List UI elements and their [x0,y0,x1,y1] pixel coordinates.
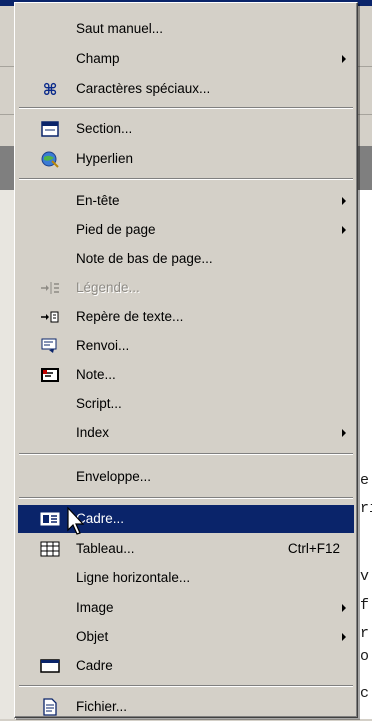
menu-item-ligne-horizontale[interactable]: Ligne horizontale... [18,564,354,592]
menu-item-hyperlien[interactable]: Hyperlien [18,145,354,173]
mouse-pointer-icon [67,506,85,535]
submenu-arrow-icon [342,197,346,205]
menu-item-en-tete[interactable]: En-tête [18,187,354,215]
bookmark-icon [40,308,60,326]
doc-text-fragment: o [360,648,370,665]
menu-item-enveloppe[interactable]: Enveloppe... [18,463,354,491]
menu-item-label: Hyperlien [76,151,134,166]
cross-reference-icon [40,337,60,355]
menu-item-label: Fichier... [76,699,128,714]
vertical-ruler [0,190,15,719]
insert-menu: Saut manuel... Champ ⌘ Caractères spécia… [14,2,358,718]
menu-item-label: Repère de texte... [76,309,184,324]
submenu-arrow-icon [342,604,346,612]
menu-separator [19,497,353,499]
menu-item-label: Tableau... [76,541,135,556]
menu-item-label: Section... [76,121,133,136]
submenu-arrow-icon [342,226,346,234]
menu-item-label: Objet [76,629,109,644]
menu-item-label: Légende... [76,280,140,295]
menu-item-legende[interactable]: Légende... [18,274,354,302]
menu-item-label: Renvoi... [76,338,130,353]
menu-item-label: Script... [76,396,122,411]
doc-text-fragment: r [360,625,370,642]
menu-item-shortcut: Ctrl+F12 [287,541,340,556]
svg-text:⌘: ⌘ [43,80,58,98]
menu-item-script[interactable]: Script... [18,390,354,418]
doc-text-fragment: f [360,597,370,614]
menu-item-section[interactable]: Section... [18,115,354,143]
menu-item-fichier[interactable]: Fichier... [18,693,354,721]
menu-item-index[interactable]: Index [18,419,354,447]
doc-text-fragment: e [360,472,370,489]
menu-item-label: Saut manuel... [76,21,164,36]
submenu-arrow-icon [342,633,346,641]
menu-item-label: Index [76,425,110,440]
menu-item-label: Enveloppe... [76,469,152,484]
floating-frame-icon [40,657,60,675]
file-icon [40,698,60,716]
menu-item-caracteres-speciaux[interactable]: ⌘ Caractères spéciaux... [18,75,354,103]
menu-item-pied-de-page[interactable]: Pied de page [18,216,354,244]
note-icon [40,366,60,384]
menu-item-label: Caractères spéciaux... [76,81,211,96]
menu-item-label: Note de bas de page... [76,251,213,266]
submenu-arrow-icon [342,429,346,437]
doc-text-fragment: v [360,568,370,585]
menu-item-label: Ligne horizontale... [76,570,191,585]
menu-item-objet[interactable]: Objet [18,623,354,651]
menu-separator [19,453,353,455]
submenu-arrow-icon [342,55,346,63]
menu-item-image[interactable]: Image [18,594,354,622]
menu-item-note-de-bas-de-page[interactable]: Note de bas de page... [18,245,354,273]
special-chars-icon: ⌘ [40,80,60,98]
menu-item-saut-manuel[interactable]: Saut manuel... [18,15,354,43]
hyperlink-icon [40,150,60,168]
table-icon [40,540,60,558]
menu-item-label: Image [76,600,114,615]
menu-separator [19,178,353,180]
frame-icon [40,510,60,528]
menu-item-label: Note... [76,367,116,382]
menu-item-renvoi[interactable]: Renvoi... [18,332,354,360]
menu-item-note[interactable]: Note... [18,361,354,389]
menu-separator [19,107,353,109]
doc-text-fragment: ri [360,500,372,517]
caption-icon [40,279,60,297]
menu-item-label: Cadre [76,658,113,673]
menu-item-tableau[interactable]: Tableau... Ctrl+F12 [18,535,354,563]
menu-item-repere-de-texte[interactable]: Repère de texte... [18,303,354,331]
menu-item-label: Pied de page [76,222,156,237]
menu-item-cadre-floating[interactable]: Cadre [18,652,354,680]
menu-item-champ[interactable]: Champ [18,45,354,73]
section-icon [40,120,60,138]
menu-item-label: Champ [76,51,120,66]
doc-text-fragment: c [360,685,370,702]
menu-separator [19,685,353,687]
menu-item-label: En-tête [76,193,120,208]
